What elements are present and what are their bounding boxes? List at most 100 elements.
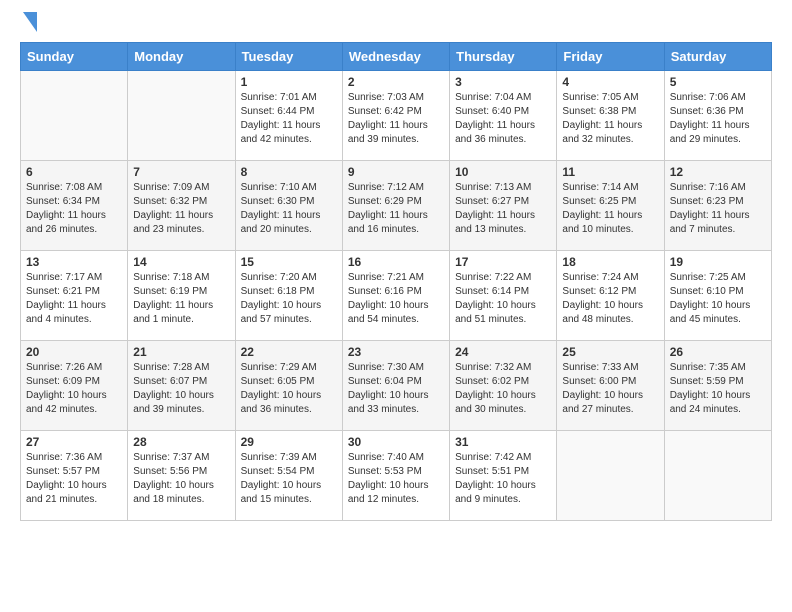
day-info: Sunrise: 7:33 AM Sunset: 6:00 PM Dayligh… <box>562 361 658 417</box>
header-day-monday: Monday <box>128 43 235 71</box>
header-day-saturday: Saturday <box>664 43 771 71</box>
day-info: Sunrise: 7:18 AM Sunset: 6:19 PM Dayligh… <box>133 271 229 327</box>
day-info: Sunrise: 7:26 AM Sunset: 6:09 PM Dayligh… <box>26 361 122 417</box>
day-info: Sunrise: 7:01 AM Sunset: 6:44 PM Dayligh… <box>241 91 337 147</box>
day-info: Sunrise: 7:24 AM Sunset: 6:12 PM Dayligh… <box>562 271 658 327</box>
day-info: Sunrise: 7:32 AM Sunset: 6:02 PM Dayligh… <box>455 361 551 417</box>
calendar-cell <box>664 431 771 521</box>
day-number: 1 <box>241 75 337 89</box>
calendar-cell: 18 Sunrise: 7:24 AM Sunset: 6:12 PM Dayli… <box>557 251 664 341</box>
calendar-cell: 13 Sunrise: 7:17 AM Sunset: 6:21 PM Dayli… <box>21 251 128 341</box>
day-info: Sunrise: 7:30 AM Sunset: 6:04 PM Dayligh… <box>348 361 444 417</box>
header-day-thursday: Thursday <box>450 43 557 71</box>
day-number: 11 <box>562 165 658 179</box>
day-number: 17 <box>455 255 551 269</box>
day-info: Sunrise: 7:42 AM Sunset: 5:51 PM Dayligh… <box>455 451 551 507</box>
calendar-cell: 19 Sunrise: 7:25 AM Sunset: 6:10 PM Dayli… <box>664 251 771 341</box>
day-number: 23 <box>348 345 444 359</box>
calendar-cell: 25 Sunrise: 7:33 AM Sunset: 6:00 PM Dayli… <box>557 341 664 431</box>
day-info: Sunrise: 7:09 AM Sunset: 6:32 PM Dayligh… <box>133 181 229 237</box>
week-row-4: 20 Sunrise: 7:26 AM Sunset: 6:09 PM Dayli… <box>21 341 772 431</box>
day-info: Sunrise: 7:25 AM Sunset: 6:10 PM Dayligh… <box>670 271 766 327</box>
day-info: Sunrise: 7:35 AM Sunset: 5:59 PM Dayligh… <box>670 361 766 417</box>
day-number: 22 <box>241 345 337 359</box>
calendar-cell <box>21 71 128 161</box>
header-day-sunday: Sunday <box>21 43 128 71</box>
day-number: 3 <box>455 75 551 89</box>
day-number: 20 <box>26 345 122 359</box>
calendar-cell: 20 Sunrise: 7:26 AM Sunset: 6:09 PM Dayli… <box>21 341 128 431</box>
week-row-5: 27 Sunrise: 7:36 AM Sunset: 5:57 PM Dayli… <box>21 431 772 521</box>
day-number: 12 <box>670 165 766 179</box>
day-info: Sunrise: 7:29 AM Sunset: 6:05 PM Dayligh… <box>241 361 337 417</box>
header-row: SundayMondayTuesdayWednesdayThursdayFrid… <box>21 43 772 71</box>
day-number: 10 <box>455 165 551 179</box>
day-info: Sunrise: 7:12 AM Sunset: 6:29 PM Dayligh… <box>348 181 444 237</box>
week-row-3: 13 Sunrise: 7:17 AM Sunset: 6:21 PM Dayli… <box>21 251 772 341</box>
day-info: Sunrise: 7:37 AM Sunset: 5:56 PM Dayligh… <box>133 451 229 507</box>
calendar-cell: 8Sunrise: 7:10 AM Sunset: 6:30 PM Daylig… <box>235 161 342 251</box>
day-number: 21 <box>133 345 229 359</box>
day-number: 26 <box>670 345 766 359</box>
calendar-cell: 22 Sunrise: 7:29 AM Sunset: 6:05 PM Dayli… <box>235 341 342 431</box>
calendar-cell: 28Sunrise: 7:37 AM Sunset: 5:56 PM Dayli… <box>128 431 235 521</box>
day-number: 9 <box>348 165 444 179</box>
day-info: Sunrise: 7:08 AM Sunset: 6:34 PM Dayligh… <box>26 181 122 237</box>
day-info: Sunrise: 7:05 AM Sunset: 6:38 PM Dayligh… <box>562 91 658 147</box>
calendar-cell: 12 Sunrise: 7:16 AM Sunset: 6:23 PM Dayli… <box>664 161 771 251</box>
calendar-cell <box>557 431 664 521</box>
calendar-cell: 4 Sunrise: 7:05 AM Sunset: 6:38 PM Daylig… <box>557 71 664 161</box>
day-info: Sunrise: 7:28 AM Sunset: 6:07 PM Dayligh… <box>133 361 229 417</box>
day-info: Sunrise: 7:40 AM Sunset: 5:53 PM Dayligh… <box>348 451 444 507</box>
calendar-cell: 23 Sunrise: 7:30 AM Sunset: 6:04 PM Dayli… <box>342 341 449 431</box>
day-number: 27 <box>26 435 122 449</box>
day-info: Sunrise: 7:20 AM Sunset: 6:18 PM Dayligh… <box>241 271 337 327</box>
calendar-cell: 9 Sunrise: 7:12 AM Sunset: 6:29 PM Daylig… <box>342 161 449 251</box>
day-number: 7 <box>133 165 229 179</box>
calendar-cell: 11 Sunrise: 7:14 AM Sunset: 6:25 PM Dayli… <box>557 161 664 251</box>
day-number: 18 <box>562 255 658 269</box>
day-number: 6 <box>26 165 122 179</box>
day-info: Sunrise: 7:22 AM Sunset: 6:14 PM Dayligh… <box>455 271 551 327</box>
logo-triangle-icon <box>23 12 37 32</box>
day-info: Sunrise: 7:13 AM Sunset: 6:27 PM Dayligh… <box>455 181 551 237</box>
day-number: 16 <box>348 255 444 269</box>
day-number: 14 <box>133 255 229 269</box>
calendar-cell: 24Sunrise: 7:32 AM Sunset: 6:02 PM Dayli… <box>450 341 557 431</box>
calendar-cell: 1 Sunrise: 7:01 AM Sunset: 6:44 PM Daylig… <box>235 71 342 161</box>
calendar-cell <box>128 71 235 161</box>
week-row-2: 6 Sunrise: 7:08 AM Sunset: 6:34 PM Daylig… <box>21 161 772 251</box>
day-info: Sunrise: 7:39 AM Sunset: 5:54 PM Dayligh… <box>241 451 337 507</box>
day-number: 8 <box>241 165 337 179</box>
day-number: 30 <box>348 435 444 449</box>
day-info: Sunrise: 7:04 AM Sunset: 6:40 PM Dayligh… <box>455 91 551 147</box>
day-number: 4 <box>562 75 658 89</box>
calendar-cell: 16 Sunrise: 7:21 AM Sunset: 6:16 PM Dayli… <box>342 251 449 341</box>
calendar-cell: 26 Sunrise: 7:35 AM Sunset: 5:59 PM Dayli… <box>664 341 771 431</box>
calendar-cell: 21 Sunrise: 7:28 AM Sunset: 6:07 PM Dayli… <box>128 341 235 431</box>
day-info: Sunrise: 7:17 AM Sunset: 6:21 PM Dayligh… <box>26 271 122 327</box>
calendar-cell: 14 Sunrise: 7:18 AM Sunset: 6:19 PM Dayli… <box>128 251 235 341</box>
day-info: Sunrise: 7:36 AM Sunset: 5:57 PM Dayligh… <box>26 451 122 507</box>
calendar-cell: 10 Sunrise: 7:13 AM Sunset: 6:27 PM Dayli… <box>450 161 557 251</box>
calendar-cell: 31Sunrise: 7:42 AM Sunset: 5:51 PM Dayli… <box>450 431 557 521</box>
day-info: Sunrise: 7:14 AM Sunset: 6:25 PM Dayligh… <box>562 181 658 237</box>
week-row-1: 1 Sunrise: 7:01 AM Sunset: 6:44 PM Daylig… <box>21 71 772 161</box>
calendar-cell: 3 Sunrise: 7:04 AM Sunset: 6:40 PM Daylig… <box>450 71 557 161</box>
logo <box>20 16 37 32</box>
calendar-cell: 7 Sunrise: 7:09 AM Sunset: 6:32 PM Daylig… <box>128 161 235 251</box>
day-number: 2 <box>348 75 444 89</box>
day-info: Sunrise: 7:21 AM Sunset: 6:16 PM Dayligh… <box>348 271 444 327</box>
day-info: Sunrise: 7:16 AM Sunset: 6:23 PM Dayligh… <box>670 181 766 237</box>
calendar-cell: 5Sunrise: 7:06 AM Sunset: 6:36 PM Daylig… <box>664 71 771 161</box>
calendar-cell: 27 Sunrise: 7:36 AM Sunset: 5:57 PM Dayli… <box>21 431 128 521</box>
day-number: 29 <box>241 435 337 449</box>
day-info: Sunrise: 7:06 AM Sunset: 6:36 PM Dayligh… <box>670 91 766 147</box>
day-number: 19 <box>670 255 766 269</box>
calendar-cell: 17 Sunrise: 7:22 AM Sunset: 6:14 PM Dayli… <box>450 251 557 341</box>
day-number: 25 <box>562 345 658 359</box>
calendar-cell: 15 Sunrise: 7:20 AM Sunset: 6:18 PM Dayli… <box>235 251 342 341</box>
day-number: 15 <box>241 255 337 269</box>
page-header <box>20 16 772 32</box>
day-number: 13 <box>26 255 122 269</box>
